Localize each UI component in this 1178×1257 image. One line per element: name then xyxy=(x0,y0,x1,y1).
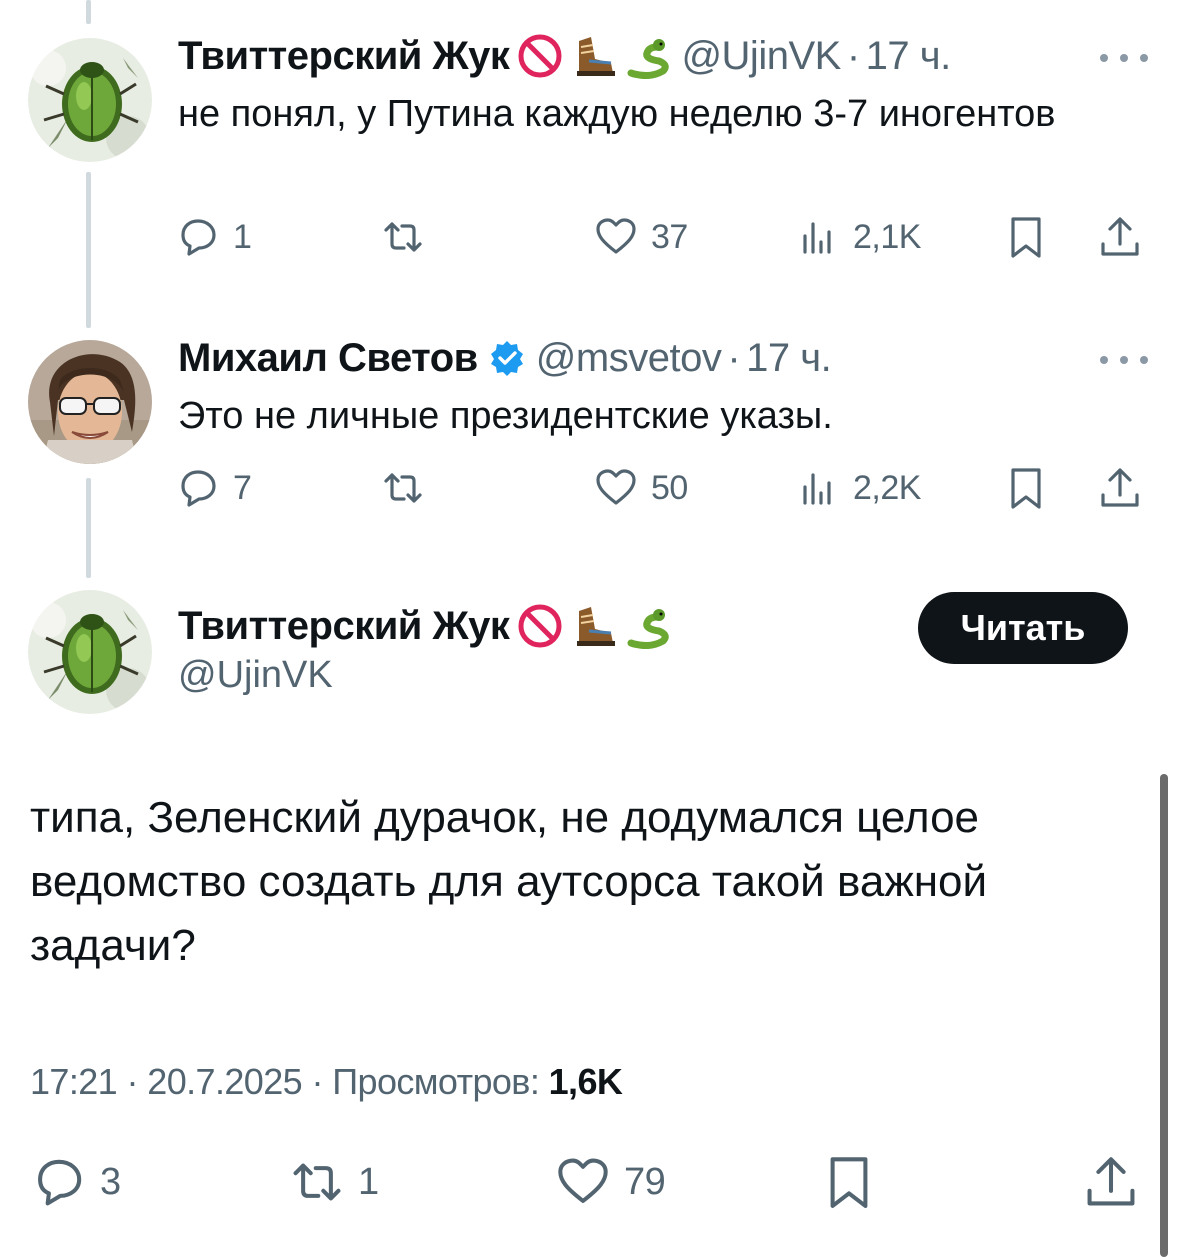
author-handle[interactable]: @msvetov xyxy=(536,334,722,382)
reply-button[interactable]: 1 xyxy=(175,212,252,262)
share-icon xyxy=(1101,468,1139,507)
reply-icon xyxy=(181,470,216,507)
reply-button[interactable]: 3 xyxy=(30,1150,121,1214)
heart-icon xyxy=(596,218,636,254)
tweet-time[interactable]: 17 ч. xyxy=(746,334,832,382)
author-handle[interactable]: @UjinVK xyxy=(178,654,333,697)
retweet-button[interactable] xyxy=(380,463,438,513)
share-icon xyxy=(1087,1157,1135,1206)
author-name[interactable]: Твиттерский Жук xyxy=(178,602,510,650)
separator-dot: · xyxy=(727,336,741,380)
reply-icon xyxy=(181,219,216,256)
tweet-text: не понял, у Путина каждую неделю 3-7 ино… xyxy=(178,93,1056,135)
retweet-icon xyxy=(293,1163,341,1201)
like-count: 37 xyxy=(651,217,688,256)
share-button[interactable] xyxy=(1082,1150,1140,1214)
tweet-header: Михаил Светов @msvetov · 17 ч. xyxy=(178,334,832,382)
author-name[interactable]: Михаил Светов xyxy=(178,334,478,382)
scrollbar[interactable] xyxy=(1160,774,1168,1257)
separator-dot: · xyxy=(846,34,860,78)
retweet-button[interactable]: 1 xyxy=(288,1150,379,1214)
heart-icon xyxy=(558,1158,608,1203)
share-icon xyxy=(1101,217,1139,256)
tweet-time[interactable]: 17 ч. xyxy=(866,32,952,80)
hiking-boot-icon xyxy=(571,603,617,649)
tweet-actions: 1 37 2,1K xyxy=(175,212,1150,262)
author-name[interactable]: Твиттерский Жук xyxy=(178,32,510,80)
snake-icon xyxy=(625,33,671,79)
retweet-icon xyxy=(384,473,422,503)
main-tweet-text: типа, Зеленский дурачок, не додумался це… xyxy=(30,793,988,970)
bookmark-button[interactable] xyxy=(1003,463,1049,513)
reply-button[interactable]: 7 xyxy=(175,463,252,513)
bookmark-icon xyxy=(1011,217,1041,258)
views-button[interactable]: 2,2K xyxy=(795,463,921,513)
avatar-beetle[interactable] xyxy=(28,590,152,714)
thread-line xyxy=(86,172,91,328)
views-count: 2,2K xyxy=(853,468,921,507)
tweet-text: Это не личные президентские указы. xyxy=(178,395,833,437)
avatar-beetle[interactable] xyxy=(28,38,152,162)
reply-count: 3 xyxy=(100,1160,121,1203)
reply-count: 1 xyxy=(233,217,252,256)
reply-count: 7 xyxy=(233,468,252,507)
snake-icon xyxy=(625,603,671,649)
more-options-icon[interactable] xyxy=(1100,48,1148,68)
retweet-button[interactable] xyxy=(380,212,438,262)
share-button[interactable] xyxy=(1097,212,1143,262)
main-tweet-header: Твиттерский Жук xyxy=(178,602,671,650)
heart-icon xyxy=(596,469,636,505)
analytics-icon xyxy=(803,473,831,505)
reply-icon xyxy=(38,1159,82,1206)
like-count: 50 xyxy=(651,468,688,507)
views-count: 2,1K xyxy=(853,217,921,256)
like-button[interactable]: 37 xyxy=(593,212,688,262)
analytics-icon xyxy=(803,222,831,254)
views-label: Просмотров: xyxy=(332,1061,540,1102)
views-button[interactable]: 2,1K xyxy=(795,212,921,262)
views-count[interactable]: 1,6K xyxy=(549,1061,623,1102)
separator-dot: · xyxy=(311,1061,323,1102)
no-entry-icon xyxy=(517,33,563,79)
bookmark-icon xyxy=(830,1157,868,1208)
bookmark-button[interactable] xyxy=(820,1150,878,1214)
tweet-date[interactable]: 20.7.2025 xyxy=(147,1061,302,1102)
separator-dot: · xyxy=(126,1061,139,1102)
tweet-meta: 17:21 · 20.7.2025 · Просмотров: 1,6K xyxy=(30,1058,623,1106)
thread-line xyxy=(86,0,91,24)
bookmark-button[interactable] xyxy=(1003,212,1049,262)
follow-button[interactable]: Читать xyxy=(918,592,1128,664)
like-button[interactable]: 79 xyxy=(554,1150,666,1214)
hiking-boot-icon xyxy=(571,33,617,79)
avatar-svetov[interactable] xyxy=(28,340,152,464)
bookmark-icon xyxy=(1011,468,1041,509)
like-button[interactable]: 50 xyxy=(593,463,688,513)
retweet-icon xyxy=(384,222,422,252)
retweet-count: 1 xyxy=(358,1160,379,1203)
tweet-actions: 7 50 2,2K xyxy=(175,463,1150,513)
like-count: 79 xyxy=(624,1160,666,1203)
more-options-icon[interactable] xyxy=(1100,350,1148,370)
share-button[interactable] xyxy=(1097,463,1143,513)
no-entry-icon xyxy=(517,603,563,649)
tweet-header: Твиттерский Жук @UjinVK · 17 ч. xyxy=(178,32,951,80)
author-handle[interactable]: @UjinVK xyxy=(681,32,841,80)
main-tweet-actions: 3 1 79 xyxy=(30,1150,1150,1214)
verified-badge-icon xyxy=(488,339,526,377)
tweet-time[interactable]: 17:21 xyxy=(30,1061,118,1102)
thread-line xyxy=(86,478,91,578)
